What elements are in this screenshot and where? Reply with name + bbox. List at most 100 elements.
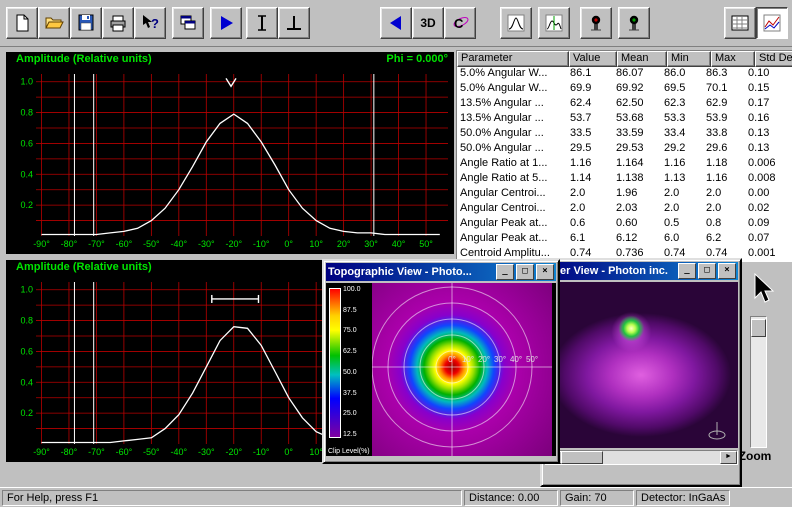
table-cell: Angular Centroi...	[457, 187, 567, 202]
table-row[interactable]: Angle Ratio at 5...1.141.1381.131.160.00…	[457, 172, 792, 187]
table-header-cell[interactable]: Std Dev	[755, 51, 792, 67]
table-row[interactable]: 5.0% Angular W...86.186.0786.086.30.10	[457, 67, 792, 82]
maximize-button[interactable]: □	[516, 264, 534, 280]
colorbar-scale-labels: 100.087.575.062.550.037.525.012.5	[343, 286, 361, 438]
statistics-chart-icon	[762, 13, 782, 33]
close-button[interactable]: ×	[718, 263, 736, 279]
new-button[interactable]	[6, 7, 38, 39]
maximize-button[interactable]: □	[698, 263, 716, 279]
table-cell: 62.50	[613, 97, 661, 112]
svg-text:C: C	[454, 16, 464, 31]
angle-axis-label: 0°	[448, 355, 456, 364]
table-header-cell[interactable]: Min	[667, 51, 711, 67]
table-cell: 0.60	[613, 217, 661, 232]
svg-text:0°: 0°	[284, 447, 293, 457]
table-cell: 1.13	[661, 172, 703, 187]
zoom-scrollbar-thumb[interactable]	[751, 319, 766, 337]
colorbar-tick-label: 25.0	[343, 410, 361, 417]
open-button[interactable]	[38, 7, 70, 39]
surface-3d-canvas[interactable]	[544, 282, 738, 448]
acquire-play-button[interactable]	[210, 7, 242, 39]
table-row[interactable]: Angular Peak at...6.16.126.06.20.07	[457, 232, 792, 247]
statistics-table: ParameterValueMeanMinMaxStd Dev 5.0% Ang…	[456, 50, 792, 262]
table-cell: 1.16	[661, 157, 703, 172]
table-cell: Angular Peak at...	[457, 232, 567, 247]
svg-text:0.8: 0.8	[20, 316, 33, 326]
table-cell: 29.5	[567, 142, 613, 157]
window-3d-titlebar[interactable]: er View - Photon inc. _ □ ×	[544, 262, 738, 280]
table-cell: 6.1	[567, 232, 613, 247]
table-cell: 0.5	[661, 217, 703, 232]
table-cell: 0.008	[745, 172, 789, 187]
vertical-cursor-button[interactable]	[246, 7, 278, 39]
c-scan-button[interactable]: C	[444, 7, 476, 39]
close-button[interactable]: ×	[536, 264, 554, 280]
scroll-right-arrow[interactable]: ►	[720, 451, 737, 464]
colorbar-footer-label: Clip Level(%)	[328, 448, 370, 455]
table-cell: 0.006	[745, 157, 789, 172]
zoom-scrollbar[interactable]	[750, 316, 767, 448]
amplitude-axis-label: Amplitude (Relative units)	[16, 261, 152, 276]
topographic-titlebar[interactable]: Topographic View - Photo... _ □ ×	[326, 263, 556, 281]
table-cell: 5.0% Angular W...	[457, 82, 567, 97]
left-arrow-icon	[386, 13, 406, 33]
view-3d-button[interactable]: 3D	[412, 7, 444, 39]
table-row[interactable]: Angular Centroi...2.02.032.02.00.02	[457, 202, 792, 217]
table-row[interactable]: Angle Ratio at 1...1.161.1641.161.180.00…	[457, 157, 792, 172]
save-button[interactable]	[70, 7, 102, 39]
svg-text:20°: 20°	[337, 239, 351, 249]
topographic-map[interactable]: 0°10°20°30°40°50°	[372, 283, 552, 456]
cascade-windows-button[interactable]	[172, 7, 204, 39]
intensity-colorbar	[329, 288, 341, 438]
table-row[interactable]: Angular Centroi...2.01.962.02.00.00	[457, 187, 792, 202]
svg-text:-30°: -30°	[198, 447, 215, 457]
table-cell: 1.138	[613, 172, 661, 187]
minimize-button[interactable]: _	[496, 264, 514, 280]
table-cell: 62.4	[567, 97, 613, 112]
table-row[interactable]: 13.5% Angular ...53.753.6853.353.90.16	[457, 112, 792, 127]
detector-a-button[interactable]	[580, 7, 612, 39]
amplitude-axis-label: Amplitude (Relative units)	[16, 53, 152, 68]
table-cell: 0.16	[745, 112, 789, 127]
table-header-cell[interactable]: Mean	[617, 51, 667, 67]
svg-text:-40°: -40°	[171, 447, 188, 457]
table-cell: 0.09	[745, 217, 789, 232]
table-cell: Angular Peak at...	[457, 217, 567, 232]
context-help-button[interactable]: ?	[134, 7, 166, 39]
colorbar-zone: 100.087.575.062.550.037.525.012.5 Clip L…	[326, 283, 372, 456]
detector-b-button[interactable]	[618, 7, 650, 39]
table-cell: 0.07	[745, 232, 789, 247]
table-row[interactable]: 13.5% Angular ...62.462.5062.362.90.17	[457, 97, 792, 112]
gaussian-view-button[interactable]	[500, 7, 532, 39]
minimize-button[interactable]: _	[678, 263, 696, 279]
print-button[interactable]	[102, 7, 134, 39]
baseline-cursor-button[interactable]	[278, 7, 310, 39]
table-header-cell[interactable]: Value	[569, 51, 617, 67]
scrollbar-thumb[interactable]	[561, 451, 603, 464]
new-document-icon	[12, 13, 32, 33]
table-row[interactable]: Angular Peak at...0.60.600.50.80.09	[457, 217, 792, 232]
angle-axis-label: 50°	[526, 355, 538, 364]
table-cell: 53.7	[567, 112, 613, 127]
gaussian-curve-icon	[506, 13, 526, 33]
table-view-button[interactable]	[724, 7, 756, 39]
table-row[interactable]: 5.0% Angular W...69.969.9269.570.10.15	[457, 82, 792, 97]
table-cell: 5.0% Angular W...	[457, 67, 567, 82]
previous-scan-button[interactable]	[380, 7, 412, 39]
table-header-cell[interactable]: Max	[711, 51, 755, 67]
pointer-tool-button[interactable]	[744, 270, 780, 308]
table-cell: 1.96	[613, 187, 661, 202]
table-cell: 0.15	[745, 82, 789, 97]
svg-text:0.8: 0.8	[20, 108, 33, 118]
svg-text:1.0: 1.0	[20, 285, 33, 295]
table-row[interactable]: 50.0% Angular ...29.529.5329.229.60.13	[457, 142, 792, 157]
table-cell: 33.4	[661, 127, 703, 142]
table-row[interactable]: 50.0% Angular ...33.533.5933.433.80.13	[457, 127, 792, 142]
profile-view-button[interactable]	[538, 7, 570, 39]
svg-text:10°: 10°	[309, 239, 323, 249]
rotation-scrollbar[interactable]: ◄ ►	[544, 450, 738, 465]
table-header-cell[interactable]: Parameter	[457, 51, 569, 67]
rotation-axis-icon	[704, 420, 730, 442]
angular-profile-canvas-top[interactable]: -90°-80°-70°-60°-50°-40°-30°-20°-10°0°10…	[6, 68, 454, 252]
statistics-view-button[interactable]	[756, 7, 788, 39]
